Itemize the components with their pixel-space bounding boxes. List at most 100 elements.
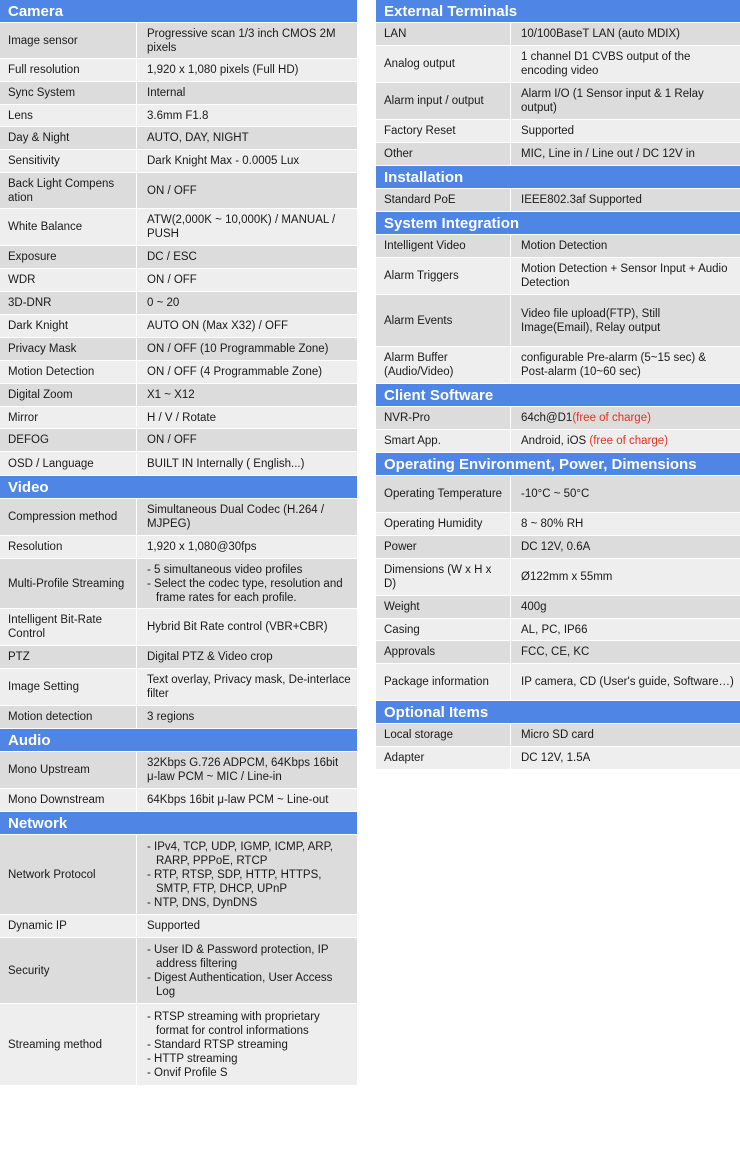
spec-value-text: DC 12V, 0.6A <box>521 541 591 553</box>
table-row: Multi-Profile Streaming - 5 simultaneous … <box>0 559 357 609</box>
spec-value-line: 3 regions <box>147 710 351 724</box>
spec-value-text: Alarm I/O (1 Sensor input & 1 Relay outp… <box>521 88 704 114</box>
spec-value-text: Simultaneous Dual Codec (H.264 / MJPEG) <box>147 504 325 530</box>
table-row: Compression method Simultaneous Dual Code… <box>0 499 357 536</box>
spec-label: Weight <box>376 596 511 618</box>
spec-label: Day & Night <box>0 127 137 149</box>
spec-label: Adapter <box>376 747 511 769</box>
spec-label: Image sensor <box>0 23 137 58</box>
spec-value: Simultaneous Dual Codec (H.264 / MJPEG) <box>137 499 357 535</box>
table-row: PTZ Digital PTZ & Video crop <box>0 646 357 669</box>
spec-value-text: Hybrid Bit Rate control (VBR+CBR) <box>147 621 328 633</box>
left-spec-column: Camera Image sensor Progressive scan 1/3 i… <box>0 0 357 1086</box>
spec-value-line: Internal <box>147 86 351 100</box>
spec-value-line: BUILT IN Internally ( English...) <box>147 457 351 471</box>
spec-value-line: AL, PC, IP66 <box>521 623 734 637</box>
spec-value: ON / OFF <box>137 173 357 208</box>
spec-value-text: Supported <box>147 920 201 932</box>
spec-label: DEFOG <box>0 429 137 451</box>
spec-label: Operating Humidity <box>376 513 511 535</box>
spec-value: Motion Detection + Sensor Input + Audio … <box>511 258 740 294</box>
spec-value-text: 1 channel D1 CVBS output of the encoding… <box>521 51 691 77</box>
spec-value-text: Internal <box>147 87 186 99</box>
spec-label: Power <box>376 536 511 558</box>
spec-value-line: 64Kbps 16bit μ-law PCM ~ Line-out <box>147 793 351 807</box>
spec-value-line: Hybrid Bit Rate control (VBR+CBR) <box>147 620 351 634</box>
spec-value-line: Android, iOS (free of charge) <box>521 434 734 448</box>
spec-value: Progressive scan 1/3 inch CMOS 2M pixels <box>137 23 357 58</box>
spec-value: 400g <box>511 596 740 618</box>
section-client-software: Client Software NVR-Pro 64ch@D1(free of ch… <box>376 384 740 453</box>
spec-label: Mono Downstream <box>0 789 137 811</box>
spec-value-bullet: - HTTP streaming <box>147 1052 238 1065</box>
spec-value-text: H / V / Rotate <box>147 411 217 424</box>
spec-value-text: FCC, CE, KC <box>521 646 590 658</box>
spec-label: Local storage <box>376 724 511 746</box>
spec-label: Privacy Mask <box>0 338 137 360</box>
spec-label: Sync System <box>0 82 137 104</box>
spec-value-text: configurable Pre-alarm (5~15 sec) & Post… <box>521 352 707 378</box>
table-row: WDR ON / OFF <box>0 269 357 292</box>
spec-value-text: 400g <box>521 601 547 613</box>
spec-value: Motion Detection <box>511 235 740 257</box>
table-row: Resolution 1,920 x 1,080@30fps <box>0 536 357 559</box>
free-of-charge-note: (free of charge) <box>572 412 651 424</box>
spec-label: Package information <box>376 664 511 700</box>
spec-value-line: IEEE802.3af Supported <box>521 193 734 207</box>
spec-value: - IPv4, TCP, UDP, IGMP, ICMP, ARP, RARP,… <box>137 835 357 914</box>
section-operating-environment: Operating Environment, Power, Dimensions… <box>376 453 740 701</box>
table-row: Lens 3.6mm F1.8 <box>0 105 357 127</box>
spec-value-text: 3.6mm F1.8 <box>147 109 209 122</box>
table-row: NVR-Pro 64ch@D1(free of charge) <box>376 407 740 430</box>
spec-value-text: AUTO ON (Max X32) / OFF <box>147 320 288 332</box>
spec-value-line: ON / OFF <box>147 273 351 287</box>
spec-value: FCC, CE, KC <box>511 641 740 663</box>
spec-value: Hybrid Bit Rate control (VBR+CBR) <box>137 609 357 645</box>
spec-value: 1 channel D1 CVBS output of the encoding… <box>511 46 740 82</box>
spec-value-line: Ø122mm x 55mm <box>521 570 734 584</box>
spec-value-text: ATW(2,000K ~ 10,000K) / MANUAL / PUSH <box>147 214 336 240</box>
spec-value: MIC, Line in / Line out / DC 12V in <box>511 143 740 165</box>
spec-label: Alarm Triggers <box>376 258 511 294</box>
table-row: Operating Temperature -10°C ~ 50°C <box>376 476 740 513</box>
spec-label: White Balance <box>0 209 137 245</box>
section-external-terminals: External Terminals LAN 10/100BaseT LAN (au… <box>376 0 740 166</box>
spec-value-text: Progressive scan 1/3 inch CMOS 2M pixels <box>147 27 336 54</box>
spec-value-line: Micro SD card <box>521 728 734 742</box>
section-audio: Audio Mono Upstream 32Kbps G.726 ADPCM, 64… <box>0 729 357 812</box>
section-heading-external-terminals: External Terminals <box>376 0 740 23</box>
spec-value-bullet: - Digest Authentication, User Access Log <box>147 971 333 998</box>
spec-value-line: 1,920 x 1,080 pixels (Full HD) <box>147 63 351 77</box>
table-row: Adapter DC 12V, 1.5A <box>376 747 740 770</box>
spec-value: ON / OFF (4 Programmable Zone) <box>137 361 357 383</box>
table-row: Back Light Compens ation ON / OFF <box>0 173 357 209</box>
spec-label: Mirror <box>0 407 137 428</box>
spec-value-line: -10°C ~ 50°C <box>521 487 734 501</box>
spec-value: ON / OFF (10 Programmable Zone) <box>137 338 357 360</box>
spec-value-line: Digital PTZ & Video crop <box>147 650 351 664</box>
spec-value-line: configurable Pre-alarm (5~15 sec) & Post… <box>521 351 734 379</box>
spec-value-text: Dark Knight Max - 0.0005 Lux <box>147 155 300 167</box>
table-row: LAN 10/100BaseT LAN (auto MDIX) <box>376 23 740 46</box>
spec-value-bullet: - NTP, DNS, DynDNS <box>147 896 258 909</box>
spec-label: Casing <box>376 619 511 640</box>
spec-value-line: Progressive scan 1/3 inch CMOS 2M pixels <box>147 27 351 55</box>
section-heading-operating-environment: Operating Environment, Power, Dimensions <box>376 453 740 476</box>
spec-value-text: 10/100BaseT LAN (auto MDIX) <box>521 28 680 40</box>
spec-value: 8 ~ 80% RH <box>511 513 740 535</box>
spec-value-bullet: - RTSP streaming with proprietary format… <box>147 1010 320 1037</box>
spec-label: Smart App. <box>376 430 511 452</box>
spec-value-line: 400g <box>521 600 734 614</box>
right-spec-column: External Terminals LAN 10/100BaseT LAN (au… <box>376 0 740 770</box>
table-row: Casing AL, PC, IP66 <box>376 619 740 641</box>
spec-value-line: DC / ESC <box>147 250 351 264</box>
spec-value-line: 0 ~ 20 <box>147 296 351 310</box>
table-row: Exposure DC / ESC <box>0 246 357 269</box>
spec-label: Alarm Buffer (Audio/Video) <box>376 347 511 383</box>
table-row: Intelligent Video Motion Detection <box>376 235 740 258</box>
section-video: Video Compression method Simultaneous Dual… <box>0 476 357 729</box>
spec-value: IEEE802.3af Supported <box>511 189 740 211</box>
table-row: Weight 400g <box>376 596 740 619</box>
spec-value-text: 3 regions <box>147 711 195 723</box>
table-row: Motion detection 3 regions <box>0 706 357 729</box>
